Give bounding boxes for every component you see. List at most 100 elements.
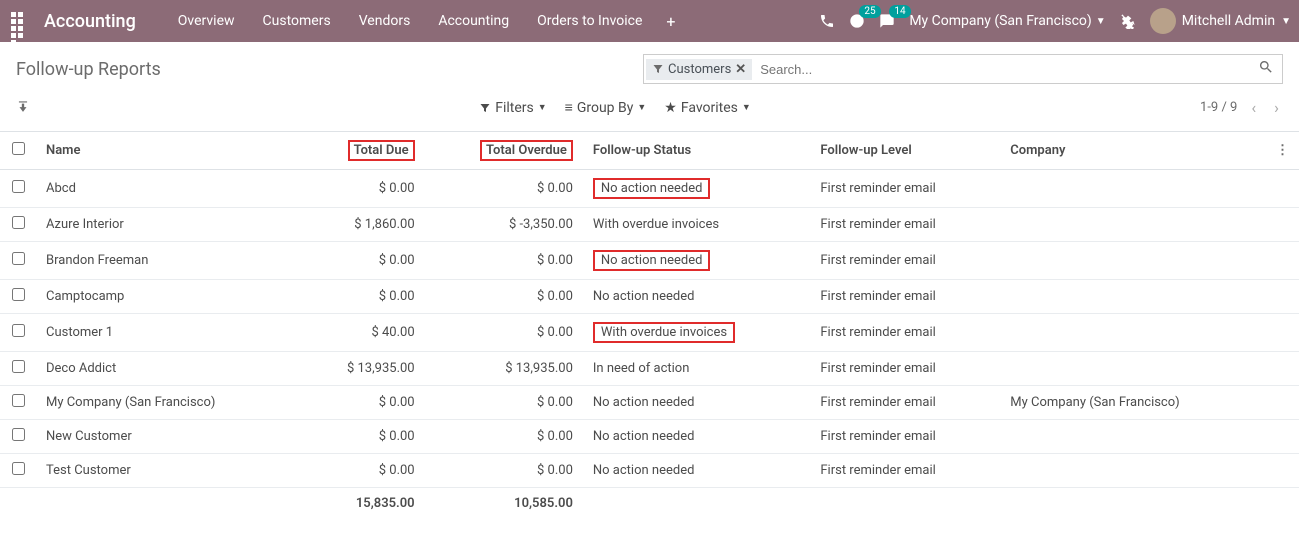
avatar — [1150, 8, 1176, 34]
search-input[interactable] — [754, 56, 1250, 83]
menu-overview[interactable]: Overview — [166, 3, 247, 39]
col-options-icon[interactable]: ⋮ — [1266, 132, 1299, 170]
chevron-down-icon: ▼ — [1096, 16, 1106, 27]
chevron-down-icon: ▼ — [742, 102, 751, 113]
row-checkbox[interactable] — [12, 462, 25, 475]
pager-text: 1-9 / 9 — [1200, 100, 1237, 115]
activities-icon[interactable]: 25 — [849, 13, 865, 29]
cell-level: First reminder email — [810, 454, 1000, 488]
status-text: In need of action — [593, 361, 690, 376]
company-switcher[interactable]: My Company (San Francisco) ▼ — [909, 13, 1105, 29]
topbar: Accounting Overview Customers Vendors Ac… — [0, 0, 1299, 42]
cell-status: No action needed — [583, 170, 810, 208]
discuss-badge: 14 — [889, 5, 910, 18]
table-row[interactable]: Camptocamp$ 0.00$ 0.00No action neededFi… — [0, 280, 1299, 314]
row-checkbox[interactable] — [12, 180, 25, 193]
cell-level: First reminder email — [810, 208, 1000, 242]
cell-name: My Company (San Francisco) — [36, 386, 302, 420]
cell-due: $ 0.00 — [302, 386, 425, 420]
close-icon[interactable]: ✕ — [735, 62, 746, 77]
app-brand[interactable]: Accounting — [44, 11, 136, 32]
table-row[interactable]: Test Customer$ 0.00$ 0.00No action neede… — [0, 454, 1299, 488]
cell-name: Camptocamp — [36, 280, 302, 314]
menu-vendors[interactable]: Vendors — [347, 3, 423, 39]
activities-badge: 25 — [859, 5, 880, 18]
cell-status: No action needed — [583, 386, 810, 420]
col-status[interactable]: Follow-up Status — [583, 132, 810, 170]
row-checkbox[interactable] — [12, 288, 25, 301]
user-name: Mitchell Admin — [1182, 13, 1275, 29]
discuss-icon[interactable]: 14 — [879, 13, 895, 29]
favorites-button[interactable]: ★ Favorites ▼ — [664, 100, 751, 116]
table-row[interactable]: New Customer$ 0.00$ 0.00No action needed… — [0, 420, 1299, 454]
chevron-down-icon: ▼ — [1281, 16, 1291, 27]
cell-status: No action needed — [583, 280, 810, 314]
control-panel: Follow-up Reports Customers ✕ — [0, 42, 1299, 88]
cell-due: $ 13,935.00 — [302, 352, 425, 386]
row-checkbox[interactable] — [12, 324, 25, 337]
search-icon[interactable] — [1250, 55, 1282, 83]
search-facet-customers: Customers ✕ — [646, 59, 752, 80]
add-menu-icon[interactable]: + — [654, 2, 687, 41]
table-row[interactable]: Abcd$ 0.00$ 0.00No action neededFirst re… — [0, 170, 1299, 208]
cell-overdue: $ 0.00 — [425, 170, 583, 208]
cell-status: In need of action — [583, 352, 810, 386]
page-title: Follow-up Reports — [16, 59, 161, 80]
apps-icon[interactable] — [8, 9, 32, 33]
status-text: No action needed — [601, 181, 703, 196]
chevron-down-icon: ▼ — [538, 102, 547, 113]
table-row[interactable]: My Company (San Francisco)$ 0.00$ 0.00No… — [0, 386, 1299, 420]
table-row[interactable]: Azure Interior$ 1,860.00$ -3,350.00With … — [0, 208, 1299, 242]
list-icon: ≡ — [565, 99, 573, 116]
cell-overdue: $ -3,350.00 — [425, 208, 583, 242]
status-text: No action needed — [593, 395, 695, 410]
col-total-overdue[interactable]: Total Overdue — [425, 132, 583, 170]
pager: 1-9 / 9 ‹ › — [1200, 94, 1283, 121]
menu-customers[interactable]: Customers — [251, 3, 343, 39]
menu-orders-to-invoice[interactable]: Orders to Invoice — [525, 3, 654, 39]
row-checkbox[interactable] — [12, 216, 25, 229]
filters-button[interactable]: Filters ▼ — [479, 100, 546, 116]
col-total-due[interactable]: Total Due — [302, 132, 425, 170]
search-box[interactable]: Customers ✕ — [643, 54, 1283, 84]
cell-overdue: $ 0.00 — [425, 314, 583, 352]
total-due-sum: 15,835.00 — [302, 488, 425, 520]
phone-icon[interactable] — [819, 13, 835, 29]
col-level[interactable]: Follow-up Level — [810, 132, 1000, 170]
row-checkbox[interactable] — [12, 360, 25, 373]
groupby-label: Group By — [577, 100, 634, 116]
cell-due: $ 0.00 — [302, 170, 425, 208]
pager-prev-icon[interactable]: ‹ — [1247, 94, 1260, 121]
chevron-down-icon: ▼ — [637, 102, 646, 113]
groupby-button[interactable]: ≡ Group By ▼ — [565, 99, 647, 116]
col-company[interactable]: Company — [1000, 132, 1266, 170]
cell-status: No action needed — [583, 420, 810, 454]
cell-status: With overdue invoices — [583, 314, 810, 352]
pager-next-icon[interactable]: › — [1270, 94, 1283, 121]
cell-status: With overdue invoices — [583, 208, 810, 242]
cell-overdue: $ 0.00 — [425, 420, 583, 454]
cell-due: $ 0.00 — [302, 280, 425, 314]
table-row[interactable]: Customer 1$ 40.00$ 0.00With overdue invo… — [0, 314, 1299, 352]
status-text: No action needed — [601, 253, 703, 268]
row-checkbox[interactable] — [12, 394, 25, 407]
download-icon[interactable] — [16, 99, 30, 117]
cell-company — [1000, 208, 1266, 242]
cell-level: First reminder email — [810, 314, 1000, 352]
star-icon: ★ — [664, 100, 677, 116]
user-menu[interactable]: Mitchell Admin ▼ — [1150, 8, 1291, 34]
row-checkbox[interactable] — [12, 428, 25, 441]
cell-due: $ 40.00 — [302, 314, 425, 352]
cell-company — [1000, 280, 1266, 314]
row-checkbox[interactable] — [12, 252, 25, 265]
table-row[interactable]: Deco Addict$ 13,935.00$ 13,935.00In need… — [0, 352, 1299, 386]
settings-icon[interactable] — [1120, 13, 1136, 29]
col-name[interactable]: Name — [36, 132, 302, 170]
cell-level: First reminder email — [810, 386, 1000, 420]
main-menu: Overview Customers Vendors Accounting Or… — [166, 3, 655, 39]
table-row[interactable]: Brandon Freeman$ 0.00$ 0.00No action nee… — [0, 242, 1299, 280]
select-all-checkbox[interactable] — [12, 142, 25, 155]
cell-name: Customer 1 — [36, 314, 302, 352]
menu-accounting[interactable]: Accounting — [426, 3, 521, 39]
cell-overdue: $ 0.00 — [425, 386, 583, 420]
